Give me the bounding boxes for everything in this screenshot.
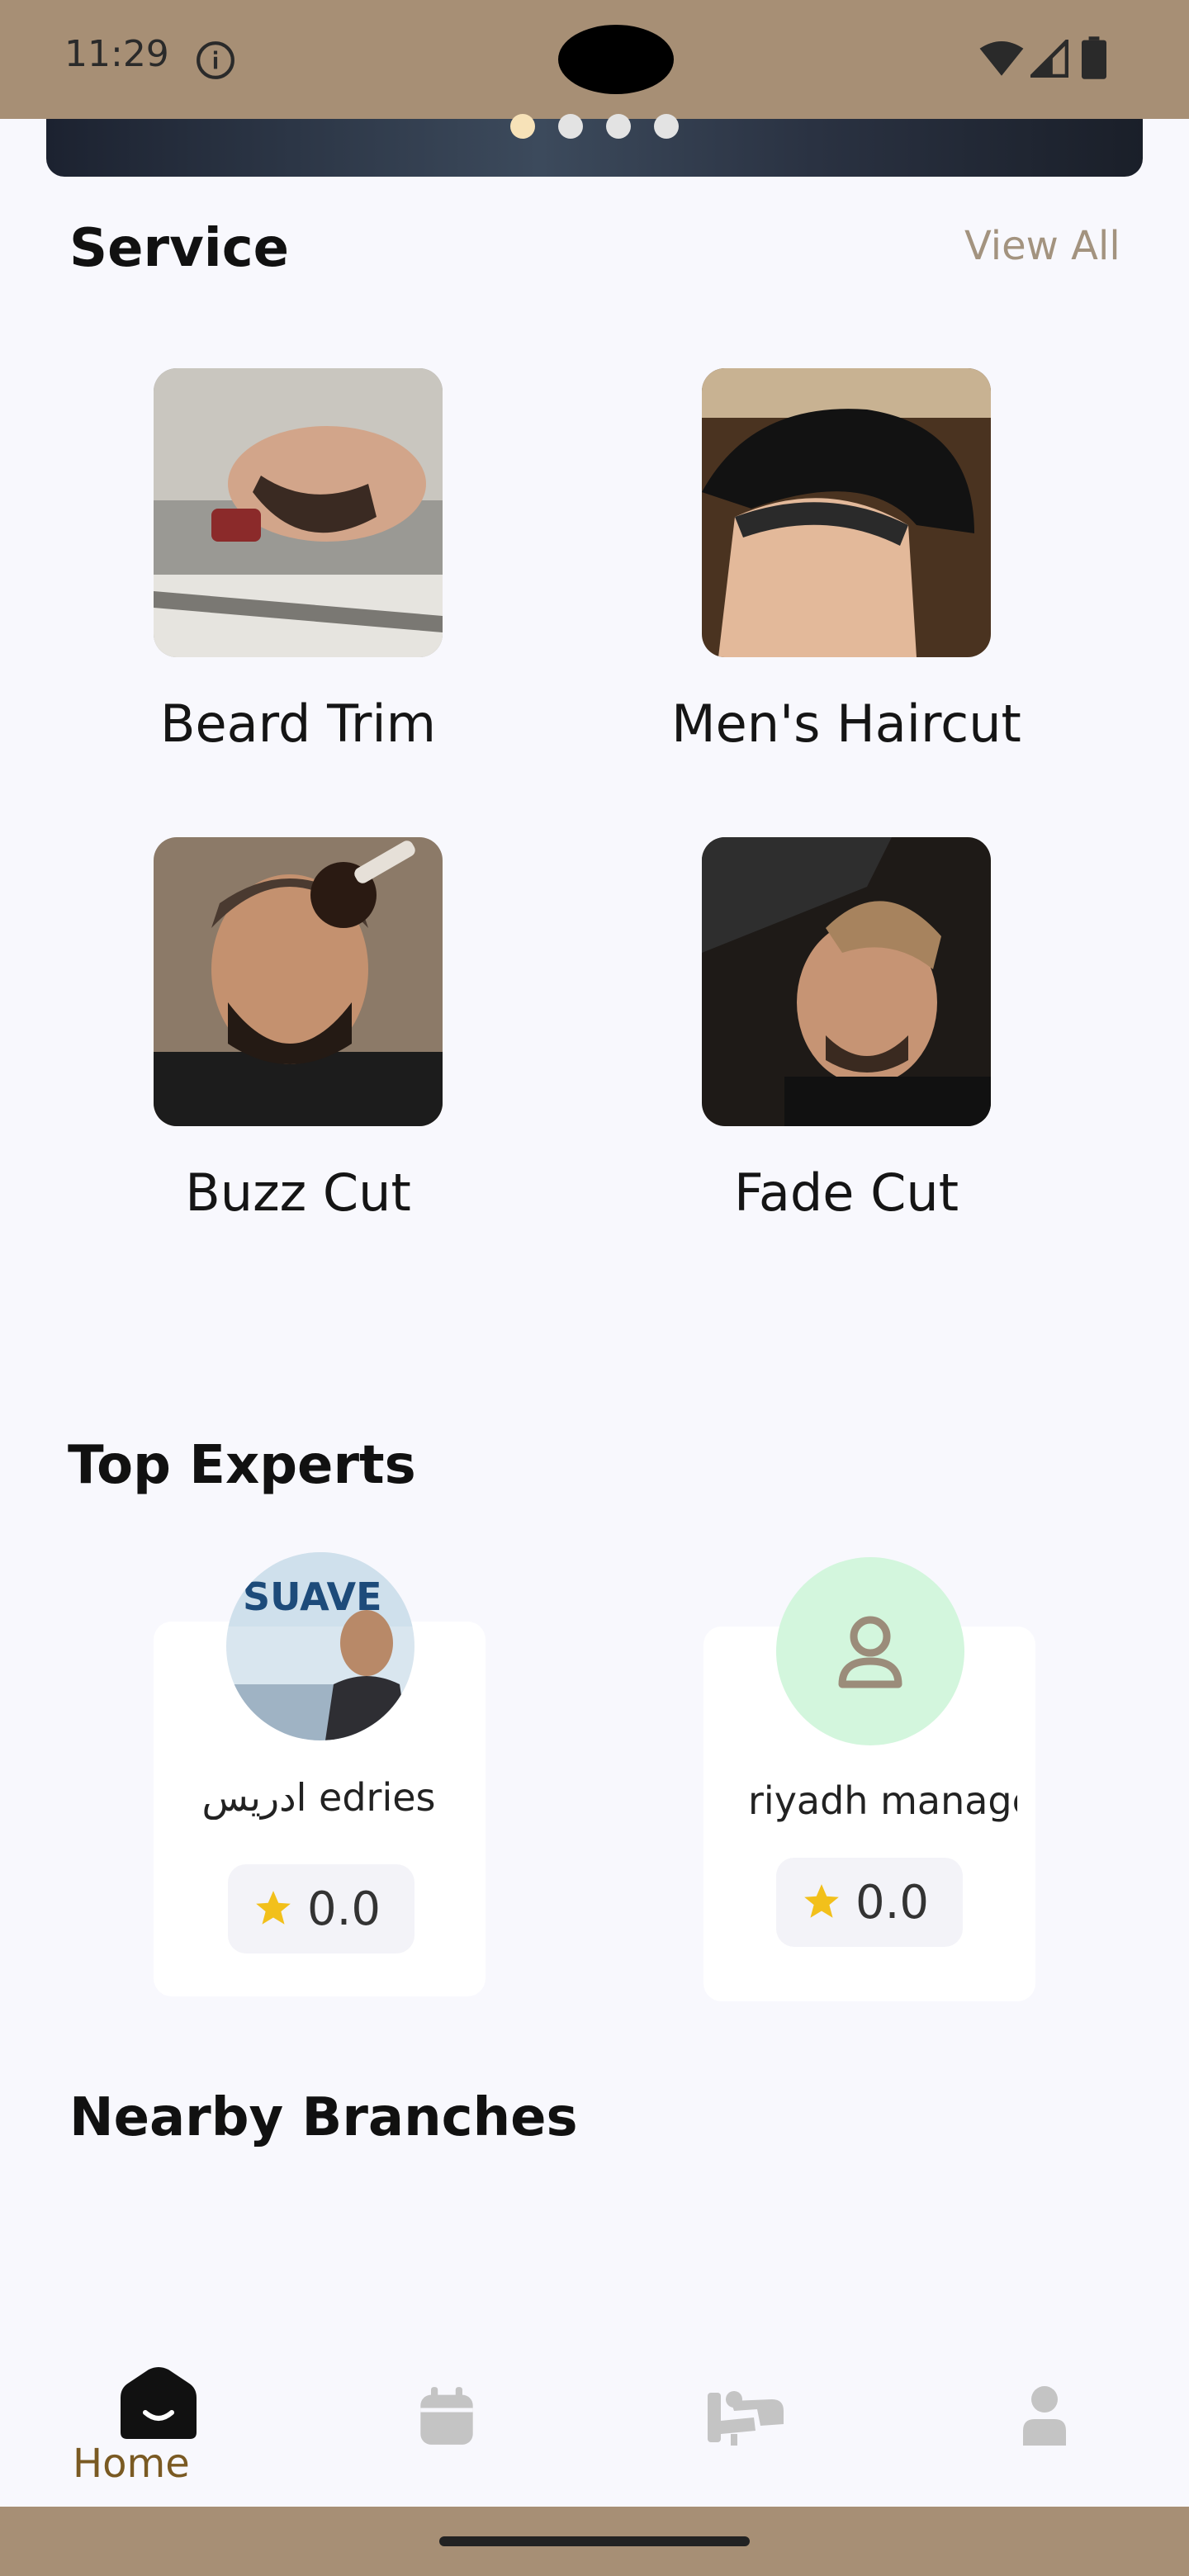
expert-avatar-placeholder[interactable]	[776, 1557, 964, 1745]
carousel-dots[interactable]	[510, 114, 679, 139]
carousel-dot[interactable]	[606, 114, 631, 139]
service-fade-cut-image[interactable]	[702, 837, 991, 1126]
camera-cutout	[558, 25, 674, 94]
rating-value: 0.0	[307, 1882, 381, 1936]
nav-home-label[interactable]: Home	[73, 2441, 190, 2487]
rating-value: 0.0	[855, 1876, 930, 1930]
expert-name: riyadh manager	[748, 1778, 1017, 1823]
service-buzz-cut-image[interactable]	[154, 837, 443, 1126]
profile-icon	[1023, 2386, 1066, 2446]
fade-cut-photo	[702, 837, 991, 1126]
view-all-link[interactable]: View All	[964, 223, 1120, 269]
wifi-icon	[979, 41, 1024, 76]
status-time: 11:29	[64, 33, 169, 75]
service-label[interactable]: Buzz Cut	[50, 1163, 546, 1223]
carousel-dot-active[interactable]	[510, 114, 535, 139]
service-label[interactable]: Men's Haircut	[599, 694, 1094, 754]
beard-trim-photo	[154, 368, 443, 657]
battery-icon	[1082, 36, 1106, 79]
status-bar: 11:29	[0, 0, 1189, 119]
expert-avatar[interactable]: SUAVE	[226, 1552, 414, 1740]
expert-rating: 0.0	[228, 1864, 414, 1953]
barber-chair-icon	[708, 2391, 784, 2446]
calendar-icon	[420, 2387, 473, 2445]
carousel-dot[interactable]	[558, 114, 583, 139]
expert-rating: 0.0	[776, 1858, 963, 1947]
top-experts-title: Top Experts	[68, 1435, 416, 1496]
expert-name: ادريس edries	[201, 1775, 436, 1820]
buzz-cut-photo	[154, 837, 443, 1126]
person-outline-icon	[838, 1616, 902, 1688]
info-icon	[197, 41, 234, 79]
star-icon	[804, 1884, 839, 1918]
star-icon	[256, 1891, 291, 1925]
home-icon	[121, 2367, 197, 2439]
service-beard-trim-image[interactable]	[154, 368, 443, 657]
service-section-title: Service	[69, 218, 290, 279]
service-label[interactable]: Beard Trim	[50, 694, 546, 754]
service-mens-haircut-image[interactable]	[702, 368, 991, 657]
mens-haircut-photo	[702, 368, 991, 657]
signal-icon	[1030, 40, 1068, 78]
nearby-branches-title: Nearby Branches	[69, 2087, 578, 2148]
nav-bookings[interactable]	[393, 2358, 517, 2474]
nav-barbers[interactable]	[685, 2358, 809, 2474]
expert-photo: SUAVE	[226, 1552, 414, 1740]
carousel-dot[interactable]	[654, 114, 679, 139]
service-label[interactable]: Fade Cut	[599, 1163, 1094, 1223]
gesture-handle[interactable]	[439, 2536, 750, 2546]
nav-profile[interactable]	[983, 2358, 1106, 2474]
